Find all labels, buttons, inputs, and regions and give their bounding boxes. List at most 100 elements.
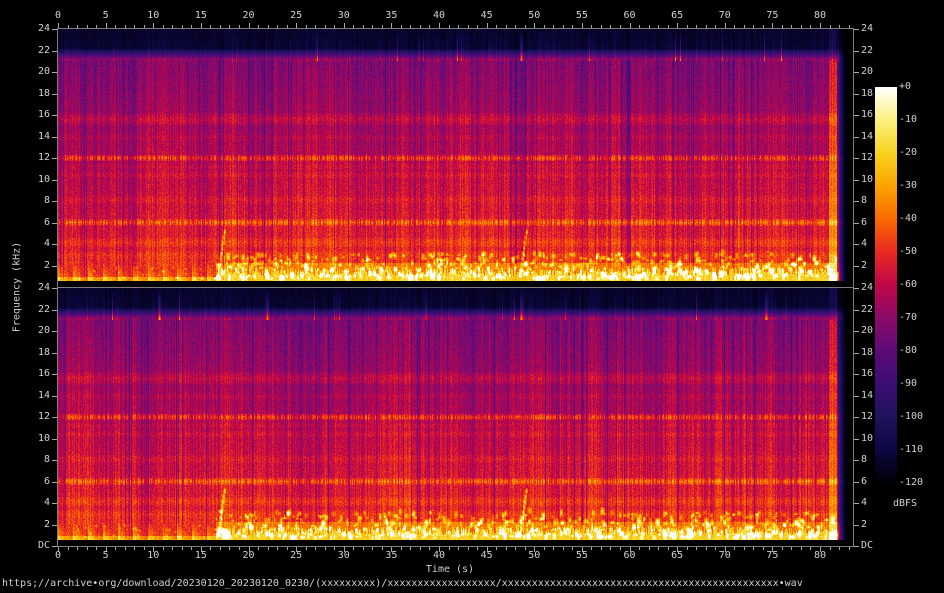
freq-tick-label: 10	[861, 434, 873, 444]
freq-tick-label: 24	[861, 283, 873, 293]
time-tick	[477, 547, 478, 550]
time-tick	[306, 547, 307, 550]
time-tick	[734, 25, 735, 28]
time-tick	[820, 23, 821, 28]
time-tick	[696, 547, 697, 550]
freq-tick-label: 14	[861, 391, 873, 401]
freq-tick	[52, 244, 57, 245]
time-tick	[96, 25, 97, 28]
time-tick-label: 25	[290, 11, 302, 21]
colorbar-tick-label: -50	[899, 247, 917, 257]
freq-tick	[854, 29, 859, 30]
time-tick	[201, 23, 202, 28]
time-tick	[277, 25, 278, 28]
time-tick	[353, 547, 354, 550]
freq-tick	[854, 439, 859, 440]
freq-tick	[52, 29, 57, 30]
freq-tick	[52, 417, 57, 418]
time-tick	[449, 547, 450, 550]
colorbar-tick-label: -20	[899, 148, 917, 158]
time-tick	[115, 547, 116, 550]
time-tick	[687, 547, 688, 550]
freq-tick-label: 4	[0, 239, 50, 249]
freq-tick-label: 10	[0, 434, 50, 444]
time-tick	[144, 25, 145, 28]
time-tick	[715, 25, 716, 28]
freq-tick	[854, 482, 859, 483]
freq-tick	[52, 158, 57, 159]
freq-tick-label: 12	[0, 412, 50, 422]
freq-tick	[854, 374, 859, 375]
time-tick	[839, 547, 840, 550]
colorbar-tick-label: -60	[899, 280, 917, 290]
freq-tick	[854, 201, 859, 202]
colorbar-tick-label: -100	[899, 412, 923, 422]
time-tick	[372, 25, 373, 28]
freq-tick-label: 18	[861, 348, 873, 358]
colorbar-tick-label: -120	[899, 478, 923, 488]
time-tick	[610, 547, 611, 550]
time-tick	[315, 547, 316, 550]
time-tick	[791, 25, 792, 28]
time-tick	[791, 547, 792, 550]
time-tick	[782, 25, 783, 28]
time-tick-label: 40	[433, 11, 445, 21]
freq-tick	[52, 288, 57, 289]
time-tick	[591, 547, 592, 550]
time-tick	[763, 547, 764, 550]
freq-tick	[52, 223, 57, 224]
time-tick	[182, 547, 183, 550]
time-tick	[506, 25, 507, 28]
freq-tick-label: 6	[861, 218, 867, 228]
time-tick	[58, 23, 59, 28]
time-tick	[210, 547, 211, 550]
time-tick	[239, 25, 240, 28]
freq-tick	[52, 201, 57, 202]
time-tick	[725, 23, 726, 28]
time-tick	[220, 547, 221, 550]
freq-tick-label: 20	[861, 67, 873, 77]
freq-tick	[854, 94, 859, 95]
freq-tick	[52, 51, 57, 52]
freq-tick	[854, 417, 859, 418]
time-tick	[487, 23, 488, 28]
time-tick	[287, 25, 288, 28]
time-tick	[668, 25, 669, 28]
time-tick	[163, 25, 164, 28]
time-tick	[572, 547, 573, 550]
freq-tick	[52, 482, 57, 483]
time-tick	[172, 547, 173, 550]
time-tick	[96, 547, 97, 550]
time-tick	[649, 25, 650, 28]
time-tick	[772, 23, 773, 28]
time-tick-label: 55	[576, 551, 588, 561]
time-tick	[401, 25, 402, 28]
time-tick	[210, 25, 211, 28]
freq-tick-label: 22	[0, 305, 50, 315]
freq-tick	[52, 180, 57, 181]
freq-tick	[854, 244, 859, 245]
time-tick	[687, 25, 688, 28]
freq-tick-label: 6	[0, 477, 50, 487]
time-tick-label: 65	[671, 11, 683, 21]
freq-tick-label: 16	[861, 110, 873, 120]
freq-tick-label: 4	[0, 498, 50, 508]
time-tick	[239, 547, 240, 550]
time-tick	[515, 25, 516, 28]
time-tick-label: 75	[766, 551, 778, 561]
time-tick	[306, 25, 307, 28]
time-tick-label: 60	[623, 551, 635, 561]
time-tick-label: 50	[528, 11, 540, 21]
freq-tick	[854, 51, 859, 52]
time-tick	[534, 23, 535, 28]
time-tick	[258, 547, 259, 550]
freq-tick-label: 4	[861, 498, 867, 508]
freq-tick-label: 8	[861, 455, 867, 465]
time-tick	[268, 547, 269, 550]
time-tick	[229, 547, 230, 550]
freq-tick-label: 24	[0, 24, 50, 34]
freq-tick-label: 2	[0, 520, 50, 530]
time-tick	[229, 25, 230, 28]
freq-tick-label: 8	[0, 196, 50, 206]
time-tick	[734, 547, 735, 550]
